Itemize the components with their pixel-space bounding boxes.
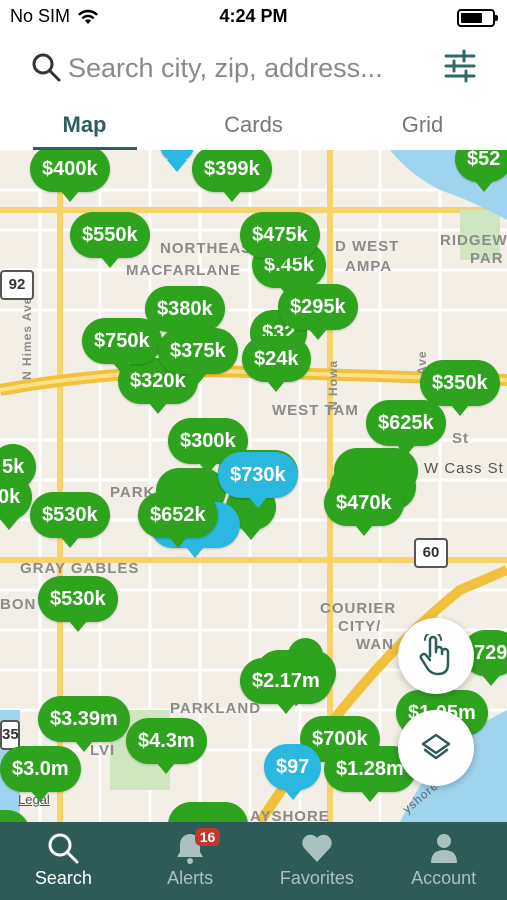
- map-label: WEST TAM: [272, 402, 359, 419]
- price-pin[interactable]: $470k: [324, 480, 404, 536]
- price-pin[interactable]: $380k: [145, 286, 225, 342]
- map-label: St: [452, 430, 469, 447]
- map-label: PAR: [470, 250, 504, 267]
- price-pin[interactable]: $750k: [82, 318, 162, 374]
- nav-label: Account: [411, 868, 477, 888]
- price-pin[interactable]: $625k: [366, 400, 446, 456]
- price-pin[interactable]: $4.3m: [126, 718, 207, 774]
- search-bar: [0, 36, 507, 100]
- search-input[interactable]: [68, 48, 428, 88]
- nav-alerts[interactable]: 16 Alerts: [127, 822, 254, 900]
- price-pin[interactable]: $97: [264, 744, 322, 800]
- price-pin[interactable]: $530k: [30, 492, 110, 548]
- search-icon: [48, 833, 79, 864]
- route-35-shield: 35: [0, 720, 20, 750]
- tab-grid[interactable]: Grid: [353, 100, 493, 150]
- tab-map[interactable]: Map: [15, 100, 155, 150]
- price-pin[interactable]: $24k: [242, 336, 311, 392]
- nav-search[interactable]: Search: [0, 822, 127, 900]
- tab-cards[interactable]: Cards: [184, 100, 324, 150]
- hand-pointer-icon: [419, 634, 450, 676]
- map-label: BON: [0, 596, 37, 613]
- search-icon: [32, 53, 61, 82]
- price-pin[interactable]: $400k: [30, 150, 110, 202]
- map-label: AYSHORE: [250, 808, 330, 822]
- battery-level: [461, 13, 482, 23]
- bottom-nav: Search 16 Alerts Favorites Account: [0, 822, 507, 900]
- battery-icon: [457, 9, 498, 27]
- price-pin[interactable]: $350k: [420, 360, 500, 416]
- draw-search-button[interactable]: [398, 618, 474, 694]
- map-label: D WEST: [335, 238, 400, 255]
- route-60-shield: 60: [414, 538, 448, 568]
- map-view[interactable]: NORTHEAST MACFARLANE D WEST AMPA RIDGEW …: [0, 150, 507, 822]
- map-label: COURIER: [320, 600, 397, 617]
- price-pin[interactable]: $652k: [138, 492, 218, 548]
- price-pin[interactable]: $295k: [278, 284, 358, 340]
- map-label: W Cass St: [424, 460, 504, 477]
- status-time: 4:24 PM: [219, 6, 288, 26]
- map-label: WAN: [356, 636, 394, 653]
- price-pin[interactable]: $399k: [192, 150, 272, 202]
- heart-icon: [302, 834, 332, 862]
- map-label: N Himes Ave: [20, 296, 34, 380]
- map-label: MACFARLANE: [126, 262, 241, 279]
- price-pin[interactable]: $375k: [158, 328, 238, 384]
- price-pin[interactable]: $550k: [70, 212, 150, 268]
- map-label: PARKLAND: [170, 700, 262, 717]
- price-pin[interactable]: $530k: [38, 576, 118, 632]
- map-label: RIDGEW: [440, 232, 507, 249]
- nav-label: Favorites: [279, 868, 354, 888]
- map-label: AMPA: [345, 258, 393, 275]
- nav-account[interactable]: Account: [380, 822, 507, 900]
- alerts-badge: 16: [194, 828, 221, 846]
- price-pin[interactable]: $3.0m: [0, 746, 81, 802]
- map-layers-button[interactable]: [398, 710, 474, 786]
- nav-label: Alerts: [167, 868, 214, 888]
- view-tabs: Map Cards Grid: [0, 100, 507, 150]
- map-label: GRAY GABLES: [20, 560, 140, 577]
- status-bar: No SIM 4:24 PM: [0, 0, 507, 36]
- route-92-shield: 92: [0, 270, 34, 300]
- price-pin-selected[interactable]: $730k: [218, 452, 298, 508]
- price-pin[interactable]: [168, 802, 248, 822]
- map-label: CITY/: [338, 618, 382, 635]
- nav-favorites[interactable]: Favorites: [254, 822, 381, 900]
- price-pin[interactable]: $475k: [240, 212, 320, 268]
- person-icon: [430, 834, 457, 863]
- filter-icon[interactable]: [440, 46, 480, 86]
- price-pin[interactable]: $3.39m: [38, 696, 130, 752]
- nav-label: Search: [34, 868, 92, 888]
- price-pin[interactable]: $2.17m: [240, 658, 332, 714]
- layers-icon: [421, 733, 451, 760]
